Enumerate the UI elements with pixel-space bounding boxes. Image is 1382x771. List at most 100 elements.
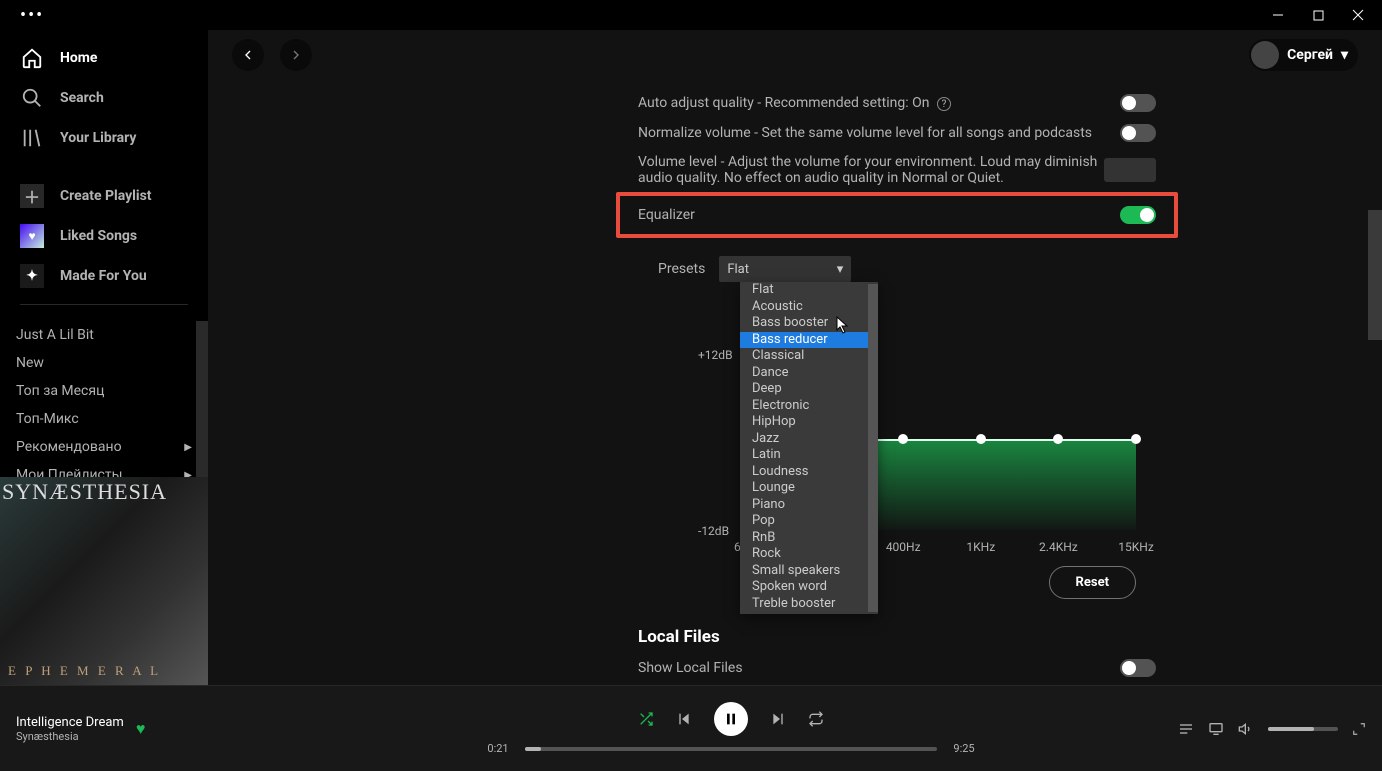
sidebar-item-home[interactable]: Home (4, 38, 204, 78)
equalizer-label: Equalizer (638, 207, 695, 223)
preset-option[interactable]: Piano (740, 497, 878, 514)
sidebar-item-library[interactable]: Your Library (4, 118, 204, 158)
window-close-button[interactable] (1348, 5, 1368, 25)
sidebar-item-label: Liked Songs (60, 228, 137, 244)
toggle-auto-adjust[interactable] (1120, 94, 1156, 112)
preset-option[interactable]: Lounge (740, 480, 878, 497)
sidebar-item-liked-songs[interactable]: ♥ Liked Songs (4, 216, 204, 256)
preset-option[interactable]: Acoustic (740, 299, 878, 316)
setting-normalize-label: Normalize volume - Set the same volume l… (638, 125, 1092, 141)
chevron-down-icon: ▾ (1341, 47, 1348, 63)
repeat-button[interactable] (808, 711, 824, 727)
preset-option[interactable]: HipHop (740, 414, 878, 431)
toggle-equalizer[interactable] (1120, 206, 1156, 224)
queue-button[interactable] (1178, 721, 1194, 737)
track-title[interactable]: Intelligence Dream (16, 715, 124, 730)
devices-button[interactable] (1208, 721, 1224, 737)
app-menu-icon[interactable]: ••• (8, 5, 44, 26)
user-menu-button[interactable]: Сергей ▾ (1249, 39, 1358, 71)
preset-option[interactable]: Jazz (740, 431, 878, 448)
previous-button[interactable] (676, 711, 692, 727)
playlist-item[interactable]: Рекомендовано▶ (0, 433, 208, 461)
preset-option[interactable]: Treble booster (740, 596, 878, 613)
preset-option[interactable]: Flat (740, 282, 878, 299)
sidebar: Home Search Your Library ＋ Create Playli… (0, 30, 208, 685)
preset-option[interactable]: Bass booster (740, 315, 878, 332)
x-axis-label: 1KHz (966, 540, 995, 554)
playlist-item[interactable]: Just A Lil Bit (0, 321, 208, 349)
track-artist[interactable]: Synæsthesia (16, 730, 124, 743)
preset-option[interactable]: Deep (740, 381, 878, 398)
preset-option[interactable]: Rock (740, 546, 878, 563)
heart-icon: ♥ (20, 224, 44, 248)
cover-title: SYNÆSTHESIA (2, 479, 167, 505)
playlist-item[interactable]: Мои Плейлисты▶ (0, 461, 208, 477)
next-button[interactable] (770, 711, 786, 727)
avatar (1251, 41, 1279, 69)
preset-option[interactable]: Spoken word (740, 579, 878, 596)
cover-subtitle: E P H E M E R A L (8, 663, 161, 679)
shuffle-button[interactable] (638, 711, 654, 727)
elapsed-time: 0:21 (481, 742, 515, 755)
volume-level-select[interactable] (1104, 158, 1156, 182)
main-scrollbar[interactable] (1368, 30, 1382, 685)
chevron-right-icon: ▶ (184, 442, 192, 453)
playlist-item[interactable]: Топ за Месяц (0, 377, 208, 405)
y-axis-label: -12dB (698, 524, 729, 538)
eq-handle[interactable] (976, 434, 986, 444)
playlist-item[interactable]: New (0, 349, 208, 377)
setting-volume-level-label: Volume level - Adjust the volume for you… (638, 154, 1104, 186)
sidebar-playlists: Just A Lil Bit New Топ за Месяц Топ-Микс… (0, 321, 208, 477)
sidebar-item-made-for-you[interactable]: ✦ Made For You (4, 256, 204, 296)
window-maximize-button[interactable] (1308, 5, 1328, 25)
sidebar-item-label: Your Library (60, 130, 136, 146)
preset-select[interactable]: Flat ▾ (719, 256, 851, 282)
progress-bar[interactable] (525, 747, 937, 751)
chevron-right-icon: ▶ (184, 470, 192, 478)
preset-option[interactable]: RnB (740, 530, 878, 547)
window-minimize-button[interactable] (1268, 5, 1288, 25)
preset-option[interactable]: Dance (740, 365, 878, 382)
sidebar-item-label: Home (60, 50, 97, 66)
nav-back-button[interactable] (232, 39, 264, 71)
preset-option[interactable]: Bass reducer (740, 332, 878, 349)
home-icon (20, 46, 44, 70)
play-pause-button[interactable] (714, 702, 748, 736)
now-playing-cover[interactable]: SYNÆSTHESIA E P H E M E R A L (0, 477, 208, 685)
volume-button[interactable] (1238, 721, 1254, 737)
duration-time: 9:25 (947, 742, 981, 755)
preset-option[interactable]: Pop (740, 513, 878, 530)
preset-option[interactable]: Latin (740, 447, 878, 464)
volume-slider[interactable] (1268, 727, 1338, 731)
like-button[interactable]: ♥ (136, 719, 146, 739)
setting-auto-adjust-label: Auto adjust quality - Recommended settin… (638, 95, 951, 111)
toggle-show-local[interactable] (1120, 659, 1156, 677)
sidebar-item-create-playlist[interactable]: ＋ Create Playlist (4, 176, 204, 216)
chevron-down-icon: ▾ (837, 262, 844, 277)
reset-button[interactable]: Reset (1049, 566, 1136, 599)
user-name: Сергей (1287, 47, 1333, 63)
sidebar-scrollbar[interactable] (196, 321, 208, 477)
player-bar: Intelligence Dream Synæsthesia ♥ 0:21 9:… (0, 685, 1382, 771)
nav-forward-button[interactable] (280, 39, 312, 71)
sidebar-item-search[interactable]: Search (4, 78, 204, 118)
sidebar-item-label: Search (60, 90, 104, 106)
library-icon (20, 126, 44, 150)
plus-icon: ＋ (20, 184, 44, 208)
eq-handle[interactable] (1131, 434, 1141, 444)
playlist-item[interactable]: Топ-Микс (0, 405, 208, 433)
preset-dropdown[interactable]: FlatAcousticBass boosterBass reducerClas… (740, 282, 878, 614)
divider (20, 304, 188, 305)
preset-option[interactable]: Classical (740, 348, 878, 365)
setting-show-local-label: Show Local Files (638, 660, 743, 676)
fullscreen-button[interactable] (1352, 722, 1366, 736)
toggle-normalize[interactable] (1120, 124, 1156, 142)
preset-option[interactable]: Small speakers (740, 563, 878, 580)
dropdown-scrollbar[interactable] (868, 284, 878, 612)
sidebar-item-label: Create Playlist (60, 188, 152, 204)
sparkle-icon: ✦ (20, 264, 44, 288)
preset-option[interactable]: Loudness (740, 464, 878, 481)
preset-option[interactable]: Electronic (740, 398, 878, 415)
equalizer-panel: Presets Flat ▾ FlatAcousticBass boosterB… (638, 248, 1156, 613)
info-icon[interactable]: ? (937, 97, 951, 111)
